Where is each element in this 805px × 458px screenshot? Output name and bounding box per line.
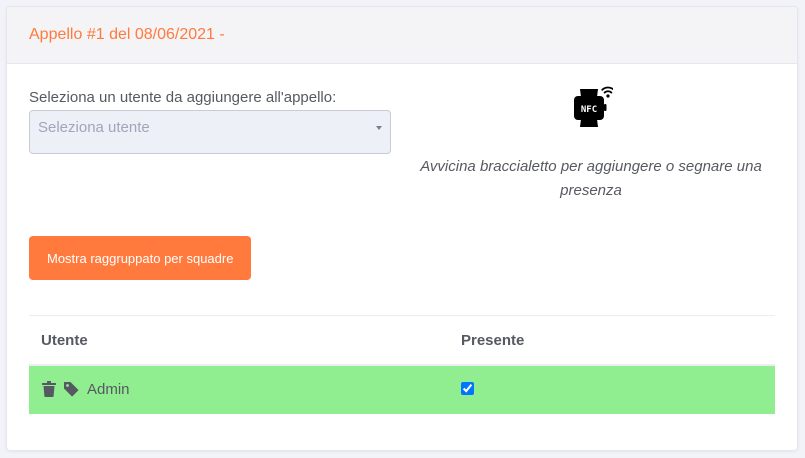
trash-icon[interactable] — [41, 380, 57, 398]
select-user-placeholder: Seleziona utente — [38, 119, 150, 136]
tag-icon[interactable] — [63, 380, 79, 398]
page-title: Appello #1 del 08/06/2021 - — [29, 26, 225, 43]
nfc-watch-icon: NFC — [574, 86, 613, 127]
table-row: Admin — [29, 366, 775, 414]
attendance-table: Utente Presente Admin — [29, 315, 775, 414]
nfc-label: NFC — [581, 105, 597, 115]
group-by-team-button[interactable]: Mostra raggruppato per squadre — [29, 236, 252, 280]
present-checkbox[interactable] — [461, 382, 474, 395]
select-user-label: Seleziona un utente da aggiungere all'ap… — [29, 89, 337, 106]
card-header: Appello #1 del 08/06/2021 - — [7, 7, 797, 64]
nfc-instruction: Avvicina braccialetto per aggiungere o s… — [420, 158, 762, 199]
user-name: Admin — [87, 380, 130, 398]
column-header-utente: Utente — [41, 332, 88, 349]
user-cell: Admin — [41, 380, 130, 398]
attendance-card: Appello #1 del 08/06/2021 - Seleziona un… — [6, 6, 798, 451]
select-user-dropdown[interactable]: Seleziona utente — [29, 110, 391, 154]
column-header-presente: Presente — [461, 332, 525, 349]
caret-down-icon — [376, 126, 382, 130]
table-header: Utente Presente — [29, 315, 775, 366]
